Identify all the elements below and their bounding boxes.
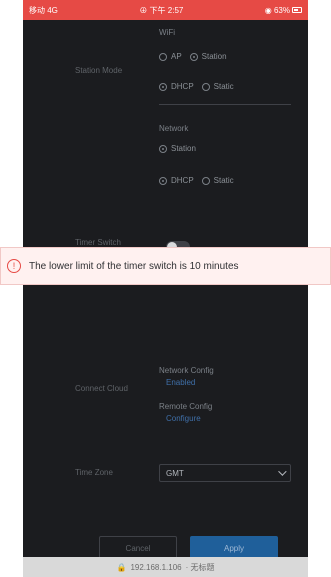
- status-center: ⊕ 下午 2:57: [139, 5, 184, 15]
- radio-station-label: Station: [201, 52, 227, 61]
- radio-station-dot[interactable]: [189, 52, 198, 61]
- battery-indicator: ◉ 63%: [265, 6, 302, 15]
- network-title: Network: [159, 124, 189, 133]
- address-text[interactable]: 192.168.1.106: [130, 563, 181, 572]
- radio-dhcp-2[interactable]: DHCP: [159, 176, 194, 185]
- error-banner: ! The lower limit of the timer switch is…: [0, 247, 331, 285]
- radio-dhcp-2-label: DHCP: [171, 176, 194, 185]
- chevron-down-icon: [278, 467, 287, 476]
- timezone-select-value: GMT: [166, 468, 184, 478]
- radio-static-2-dot[interactable]: [201, 176, 210, 185]
- remote-config-title: Remote Config: [159, 402, 213, 411]
- radio-dhcp[interactable]: DHCP: [159, 82, 194, 91]
- phone-screen: 移动 4G ⊕ 下午 2:57 ◉ 63% WiFi Station Mode …: [23, 0, 308, 577]
- radio-ap[interactable]: AP: [159, 52, 182, 61]
- radio-dhcp-2-dot[interactable]: [159, 176, 167, 185]
- battery-text: ◉ 63%: [264, 5, 290, 15]
- radio-dhcp-label: DHCP: [171, 82, 194, 91]
- radio-station-2-dot[interactable]: [159, 144, 167, 153]
- radio-static-dot[interactable]: [201, 82, 210, 91]
- wifi-addr-radio-group: DHCP Static: [159, 82, 234, 91]
- radio-ap-label: AP: [171, 52, 182, 61]
- cloud-label: Connect Cloud: [75, 384, 128, 393]
- radio-static-label: Static: [213, 82, 234, 91]
- network-config-link[interactable]: Enabled: [166, 378, 195, 387]
- timezone-select[interactable]: GMT: [159, 464, 291, 482]
- address-bar: 🔒 192.168.1.106 · 无标题: [23, 557, 308, 577]
- cancel-button-label: Cancel: [125, 543, 151, 553]
- apply-button-label: Apply: [223, 543, 244, 553]
- radio-station[interactable]: Station: [189, 52, 227, 61]
- radio-ap-dot[interactable]: [159, 52, 167, 61]
- radio-station-2-label: Station: [171, 144, 196, 153]
- network-mode-radio-group: Station: [159, 144, 196, 153]
- info-circle-icon: !: [7, 259, 21, 273]
- timezone-label: Time Zone: [75, 468, 113, 477]
- radio-dhcp-dot[interactable]: [159, 82, 167, 91]
- error-message: The lower limit of the timer switch is 1…: [29, 260, 239, 272]
- address-suffix: · 无标题: [185, 562, 215, 572]
- network-config-title: Network Config: [159, 366, 214, 375]
- wifi-title: WiFi: [159, 28, 175, 37]
- status-bar: 移动 4G ⊕ 下午 2:57 ◉ 63%: [23, 0, 308, 20]
- lock-icon: 🔒: [116, 562, 127, 572]
- radio-static-2[interactable]: Static: [201, 176, 234, 185]
- radio-station-2[interactable]: Station: [159, 144, 196, 153]
- wifi-mode-radio-group: AP Station: [159, 52, 227, 61]
- network-addr-radio-group: DHCP Static: [159, 176, 234, 185]
- settings-content: WiFi Station Mode AP Station DHCP Static: [23, 20, 308, 560]
- remote-config-link[interactable]: Configure: [166, 414, 201, 423]
- radio-static-2-label: Static: [213, 176, 234, 185]
- radio-static[interactable]: Static: [201, 82, 234, 91]
- wifi-mode-label: Station Mode: [75, 66, 123, 75]
- carrier: 移动 4G: [29, 5, 58, 15]
- battery-icon: [291, 7, 302, 13]
- section-divider: [159, 104, 291, 105]
